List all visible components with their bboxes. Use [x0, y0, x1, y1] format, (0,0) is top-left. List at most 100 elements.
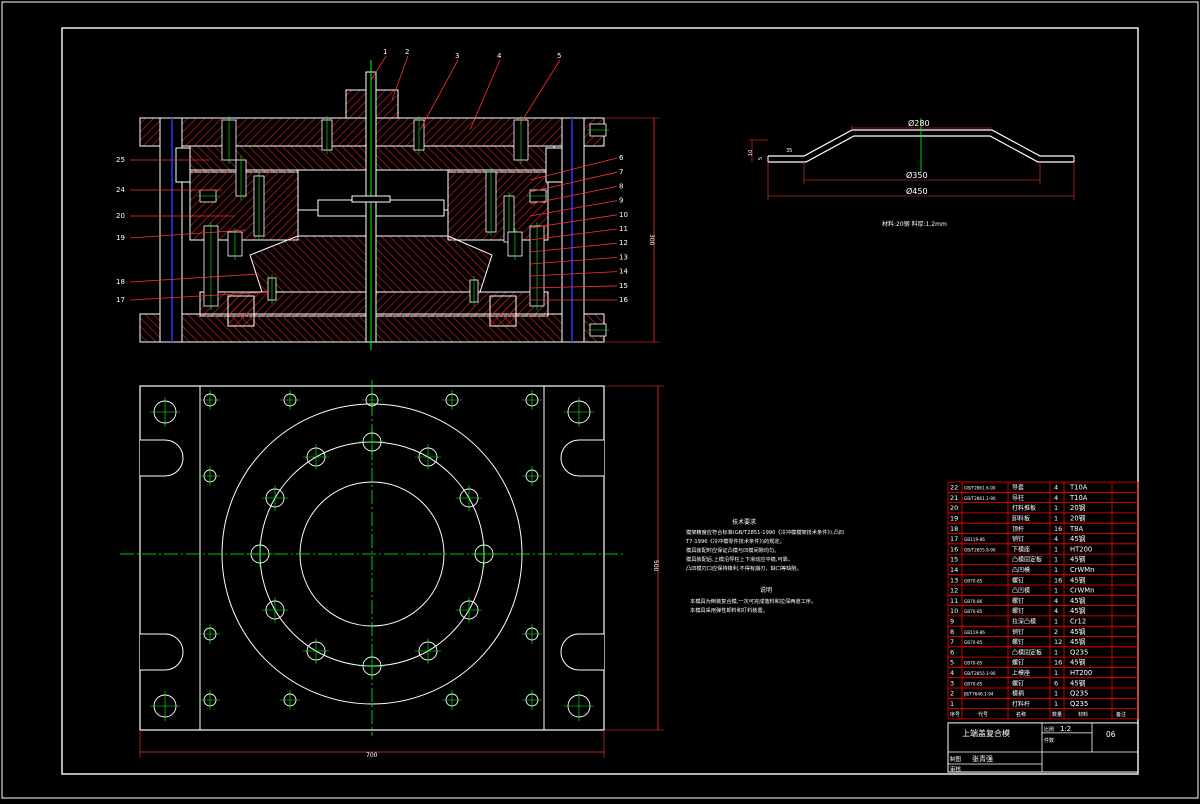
bom-cell-code: GB70-85 — [964, 609, 983, 614]
bom-cell-material: 20钢 — [1070, 514, 1086, 523]
callout-number: 2 — [405, 48, 409, 56]
bom-cell-material: 45钢 — [1070, 678, 1086, 687]
callout-number: 13 — [619, 253, 628, 261]
callout-number: 16 — [619, 296, 628, 304]
bom-cell-name: 螺钉 — [1012, 576, 1024, 584]
part-dim-left: 10 — [748, 150, 754, 156]
bom-cell-material: T10A — [1069, 494, 1088, 502]
bom-cell-name: 下模座 — [1012, 545, 1030, 553]
bom-cell-no: 12 — [950, 587, 958, 595]
bom-cell-qty: 12 — [1054, 638, 1062, 646]
bom-cell-no: 14 — [950, 566, 958, 574]
technical-requirements: 技术要求 模架精度应符合标准(GB/T2851-1990《冷冲模模架技术条件》)… — [685, 518, 844, 614]
bom-cell-name: 凸模固定板 — [1012, 556, 1042, 564]
bom-cell-no: 13 — [950, 576, 958, 584]
designer-label: 制图 — [950, 755, 962, 763]
callout-number: 5 — [557, 52, 561, 60]
bom-cell-no: 2 — [950, 690, 954, 698]
notes-title: 说明 — [760, 586, 772, 594]
bom-cell-qty: 1 — [1054, 515, 1058, 523]
bom-cell-qty: 1 — [1054, 700, 1058, 708]
bom-cell-name: 导套 — [1012, 484, 1024, 492]
bom-cell-name: 销钉 — [1012, 628, 1024, 636]
bom-cell-material: T10A — [1069, 484, 1088, 492]
bom-cell-material: Q235 — [1070, 700, 1088, 708]
part-drawing: Ø280 Ø350 Ø450 10 5 35 材料:20钢 料厚:1.2mm — [748, 118, 1075, 228]
callout-number: 25 — [116, 156, 125, 164]
bom-cell-code: GB70-85 — [964, 578, 983, 583]
bom-header-remark: 备注 — [1116, 711, 1126, 718]
slot-left-top — [140, 439, 184, 477]
slot-right-top — [560, 439, 604, 477]
bom-cell-no: 11 — [950, 597, 958, 605]
right-holder — [489, 295, 517, 327]
bom-cell-material: 45钢 — [1070, 596, 1086, 605]
tech-line: 模具装配时应保证凸模与凹模间隙均匀。 — [686, 546, 779, 554]
bom-cell-code: GB70-85 — [964, 681, 983, 686]
bom-cell-qty: 1 — [1054, 587, 1058, 595]
callout-number: 1 — [383, 48, 387, 56]
callout-number: 11 — [619, 225, 628, 233]
bom-cell-qty: 6 — [1054, 679, 1058, 687]
bom-cell-name: 卸料板 — [1012, 515, 1030, 523]
notes-line: 本模具为倒装复合模,一次可完成落料和拉深两道工序。 — [690, 597, 816, 605]
bom-cell-name: 凸凹模 — [1012, 566, 1030, 574]
bom-cell-no: 3 — [950, 679, 954, 687]
bom-cell-material: 45钢 — [1070, 555, 1086, 564]
bom-cell-qty: 16 — [1054, 659, 1062, 667]
section-view: 1 2 3 4 5678910111213141516252420191817 300 — [116, 48, 660, 350]
bom-cell-material: Q235 — [1070, 648, 1088, 656]
cad-drawing-viewport[interactable]: 1 2 3 4 5 6 7 8 9 10 11 12 13 14 15 16 25 24 20 19 18 17 300 … — [0, 0, 1200, 800]
bom-cell-no: 8 — [950, 628, 954, 636]
bom-cell-name: 拉深凸模 — [1012, 618, 1036, 626]
plan-height-dim: 500 — [652, 560, 659, 572]
tech-line: 凸凹模刃口应保持锋利,不得有崩刃、缺口等缺陷。 — [686, 564, 802, 572]
bom-cell-name: 螺钉 — [1012, 597, 1024, 605]
bom-cell-qty: 4 — [1054, 494, 1058, 502]
bom-cell-no: 17 — [950, 535, 958, 543]
bom-cell-code: GB/T2861.6-90 — [964, 486, 996, 491]
bom-cell-no: 6 — [950, 648, 954, 656]
leader-line — [391, 55, 409, 101]
bom-cell-qty: 1 — [1054, 504, 1058, 512]
scale-label: 比例 — [1044, 726, 1054, 733]
bill-of-materials: 22 GB/T2861.6-90 导套 4 T10A21 GB/T2861.1-90 导柱 4… — [947, 481, 1139, 720]
callout-number: 15 — [619, 282, 628, 290]
designer-name: 张青强 — [972, 754, 993, 763]
bom-cell-code: GB70-85 — [964, 661, 983, 666]
callout-number: 24 — [116, 186, 125, 194]
bom-cell-qty: 1 — [1054, 545, 1058, 553]
tech-line: 模架精度应符合标准(GB/T2851-1990《冷冲模模架技术条件》),凸凹 — [686, 528, 844, 536]
bom-cell-no: 15 — [950, 556, 958, 564]
bom-cell-code: GB70-86 — [964, 599, 983, 604]
callout-number: 6 — [619, 154, 624, 162]
tech-title: 技术要求 — [732, 518, 756, 526]
material-note: 材料:20钢 料厚:1.2mm — [882, 220, 947, 228]
part-dim-280: Ø280 — [908, 118, 930, 128]
bom-cell-material: 45钢 — [1070, 606, 1086, 615]
bom-cell-code: JB/T7646.1-94 — [963, 692, 994, 697]
bom-cell-code: GB/T2861.1-90 — [964, 496, 996, 501]
callout-number: 14 — [619, 268, 628, 276]
callout-number: 20 — [116, 212, 125, 220]
tech-line: 模具装配后,上模沿导柱上下滑动应平稳,可靠。 — [686, 555, 793, 563]
bom-cell-name: 上模座 — [1012, 669, 1030, 677]
callout-number: 7 — [619, 168, 623, 176]
height-dim-text: 300 — [648, 234, 655, 246]
right-guide-bush — [545, 147, 563, 183]
leader-line — [129, 273, 259, 283]
title-block: 上端盖复合模 比例 1:2 件数 06 制图 张青强审核 — [947, 722, 1139, 773]
bom-cell-no: 9 — [950, 618, 954, 626]
bom-cell-material: 45钢 — [1070, 637, 1086, 646]
plan-width-dim: 700 — [366, 752, 378, 759]
leader-line — [370, 55, 387, 81]
sheet-label: 件数 — [1044, 737, 1054, 744]
bom-cell-material: 45钢 — [1070, 627, 1086, 636]
bom-cell-code: GB/T2855.8-90 — [964, 547, 996, 552]
callout-number: 3 — [455, 52, 459, 60]
bom-cell-name: 导柱 — [1012, 494, 1024, 502]
bom-cell-qty: 2 — [1054, 628, 1058, 636]
bom-cell-name: 凸凹模 — [1012, 587, 1030, 595]
notes-line: 本模具采用弹性卸料和打料装置。 — [690, 606, 768, 614]
callout-number: 18 — [116, 278, 125, 286]
